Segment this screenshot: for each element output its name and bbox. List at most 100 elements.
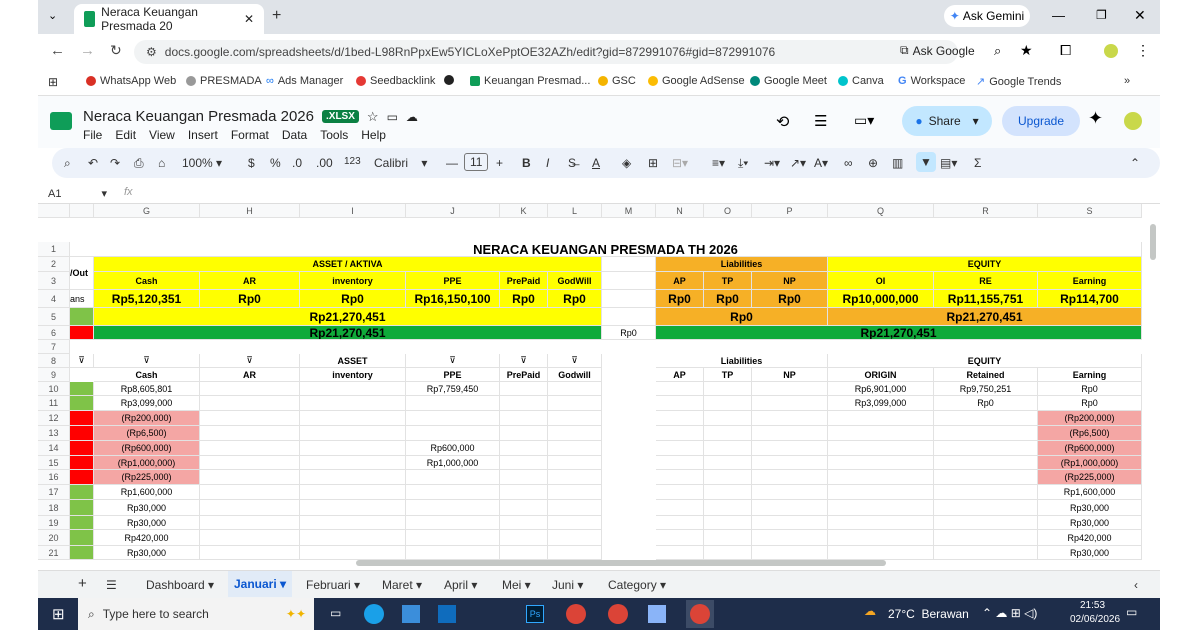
more-bookmarks-icon[interactable]: » — [1124, 75, 1130, 87]
bookmark-ads-manager[interactable]: ∞ Ads Manager — [266, 75, 343, 87]
cash-15[interactable]: (Rp1,000,000) — [94, 456, 200, 470]
liab-empty-10-15[interactable] — [752, 456, 828, 470]
star-icon[interactable]: ☆ — [367, 109, 379, 125]
liab-empty-10-17[interactable] — [752, 485, 828, 500]
asset-grand-total[interactable]: Rp21,270,451 — [94, 326, 602, 340]
minimize-icon[interactable]: — — [1052, 8, 1065, 23]
bookmark-canva[interactable]: Canva — [838, 75, 884, 87]
sub-asset-filter-h[interactable]: ⊽ — [200, 354, 300, 368]
empty-5-15[interactable] — [500, 456, 548, 470]
asset-val-2[interactable]: Rp0 — [300, 290, 406, 308]
sheet-title[interactable]: NERACA KEUANGAN PRESMADA TH 2026 — [70, 242, 1142, 257]
row-header-17[interactable]: 17 — [38, 485, 70, 500]
cash-13[interactable]: (Rp6,500) — [94, 426, 200, 441]
cash-20[interactable]: Rp420,000 — [94, 530, 200, 546]
empty-4-12[interactable] — [406, 411, 500, 426]
sheet-tab-dashboard[interactable]: Dashboard ▾ — [146, 578, 214, 592]
sub-asset-col-ppe[interactable]: PPE — [406, 368, 500, 382]
earning-20[interactable]: Rp420,000 — [1038, 530, 1142, 546]
share-dropdown-icon[interactable]: ▾ — [973, 114, 979, 128]
insert-link-icon[interactable]: ∞ — [844, 156, 853, 170]
font-size-increase-icon[interactable]: + — [496, 156, 503, 170]
ask-gemini-button[interactable]: ✦ Ask Gemini — [944, 5, 1030, 27]
blank-m2[interactable] — [602, 257, 656, 272]
origin-empty-17[interactable] — [828, 485, 934, 500]
liab-empty-9-21[interactable] — [704, 546, 752, 560]
site-info-icon[interactable]: ⚙ — [146, 45, 157, 59]
browser-tab[interactable]: Neraca Keuangan Presmada 20 ✕ — [74, 4, 264, 34]
asset-col-ppe[interactable]: PPE — [406, 272, 500, 290]
origin-empty-18[interactable] — [828, 500, 934, 516]
add-sheet-icon[interactable]: + — [78, 575, 87, 592]
maximize-icon[interactable]: ❐ — [1096, 8, 1107, 22]
blank-m3[interactable] — [602, 272, 656, 290]
chrome-icon[interactable] — [566, 604, 586, 624]
status-f20[interactable] — [70, 530, 94, 546]
blank-m5[interactable] — [602, 308, 656, 326]
ppe-10[interactable]: Rp7,759,450 — [406, 382, 500, 396]
scroll-left-icon[interactable]: ‹ — [1134, 578, 1138, 592]
retained-empty-15[interactable] — [934, 456, 1038, 470]
gemini-spark-icon[interactable]: ✦ — [1088, 108, 1103, 129]
empty-4-18[interactable] — [406, 500, 500, 516]
liab-empty-10-14[interactable] — [752, 441, 828, 456]
borders-icon[interactable]: ⊞ — [648, 156, 658, 170]
earning-18[interactable]: Rp30,000 — [1038, 500, 1142, 516]
empty-5-18[interactable] — [500, 500, 548, 516]
cash-12[interactable]: (Rp200,000) — [94, 411, 200, 426]
ppe-14[interactable]: Rp600,000 — [406, 441, 500, 456]
liab-empty-10-12[interactable] — [752, 411, 828, 426]
taskbar-search[interactable]: ⌕ Type here to search ✦✦ — [78, 598, 314, 630]
origin-11[interactable]: Rp3,099,000 — [828, 396, 934, 411]
status-f11[interactable] — [70, 396, 94, 411]
status-f18[interactable] — [70, 500, 94, 516]
liab-empty-8-21[interactable] — [656, 546, 704, 560]
sheet-tab-maret[interactable]: Maret ▾ — [382, 578, 422, 592]
doc-title[interactable]: Neraca Keuangan Presmada 2026 — [83, 108, 314, 125]
back-icon[interactable]: ← — [50, 42, 65, 59]
print-icon[interactable]: ⎙ — [134, 156, 144, 171]
liab-empty-9-19[interactable] — [704, 516, 752, 530]
liab-val-2[interactable]: Rp0 — [752, 290, 828, 308]
empty-3-10[interactable] — [300, 382, 406, 396]
asset-header[interactable]: ASSET / AKTIVA — [94, 257, 602, 272]
liab-empty-10-13[interactable] — [752, 426, 828, 441]
equity-val-0[interactable]: Rp10,000,000 — [828, 290, 934, 308]
sheet-tab-category[interactable]: Category ▾ — [608, 578, 666, 592]
asset-col-prepaid[interactable]: PrePaid — [500, 272, 548, 290]
liab-empty-9-10[interactable] — [704, 382, 752, 396]
currency-button[interactable]: $ — [248, 156, 255, 170]
text-direction-icon[interactable]: A▾ — [814, 156, 828, 170]
empty-3-14[interactable] — [300, 441, 406, 456]
empty-5-14[interactable] — [500, 441, 548, 456]
liab-col-ap[interactable]: AP — [656, 272, 704, 290]
empty-3-19[interactable] — [300, 516, 406, 530]
row-header-19[interactable]: 19 — [38, 516, 70, 530]
earning-17[interactable]: Rp1,600,000 — [1038, 485, 1142, 500]
cash-11[interactable]: Rp3,099,000 — [94, 396, 200, 411]
empty-3-17[interactable] — [300, 485, 406, 500]
cash-17[interactable]: Rp1,600,000 — [94, 485, 200, 500]
sheet-tab-januari[interactable]: Januari ▾ — [228, 571, 293, 597]
balance-diff[interactable]: Rp0 — [602, 326, 656, 340]
liab-empty-8-17[interactable] — [656, 485, 704, 500]
status-f16[interactable] — [70, 470, 94, 485]
comments-icon[interactable]: ☰ — [814, 112, 827, 130]
sub-asset-col-prepaid[interactable]: PrePaid — [500, 368, 548, 382]
all-sheets-icon[interactable]: ☰ — [106, 578, 117, 592]
retained-empty-16[interactable] — [934, 470, 1038, 485]
row-header-9[interactable]: 9 — [38, 368, 70, 382]
row-header-13[interactable]: 13 — [38, 426, 70, 441]
origin-empty-19[interactable] — [828, 516, 934, 530]
status-f12[interactable] — [70, 411, 94, 426]
decrease-decimal-button[interactable]: .0 — [292, 156, 302, 170]
status-f5[interactable] — [70, 308, 94, 326]
paint-format-icon[interactable]: ⌂ — [158, 156, 165, 170]
empty-2-10[interactable] — [200, 382, 300, 396]
extensions-icon[interactable]: ⧠ — [1060, 42, 1071, 59]
bookmark-whatsapp[interactable]: WhatsApp Web — [86, 75, 176, 87]
empty-4-17[interactable] — [406, 485, 500, 500]
origin-empty-13[interactable] — [828, 426, 934, 441]
empty-3-18[interactable] — [300, 500, 406, 516]
col-header-frozen[interactable] — [70, 204, 94, 218]
